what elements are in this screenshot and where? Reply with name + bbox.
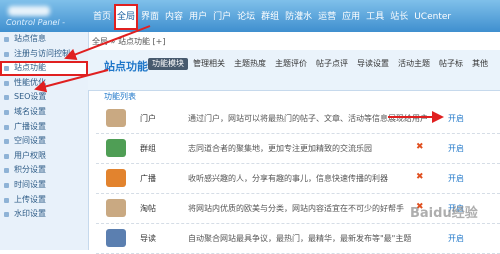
tab[interactable]: 帖子标 (435, 58, 467, 70)
logo: Control Panel - (6, 6, 86, 28)
sidebar-item[interactable]: 上传设置 (0, 193, 88, 208)
sidebar-item[interactable]: 站点功能 (0, 61, 88, 76)
enable-link[interactable]: 开启 (448, 113, 464, 124)
sidebar-item[interactable]: 广播设置 (0, 120, 88, 135)
tab[interactable]: 主题评价 (271, 58, 311, 70)
table-row: 群组 志同道合者的聚集地，更加专注更加精致的交流乐园 ✖ 开启 (96, 134, 500, 164)
row-name: 门户 (140, 114, 156, 123)
sidebar-item[interactable]: 空间设置 (0, 134, 88, 149)
sidebar: 站点信息 注册与访问控制 站点功能 性能优化 SEO设置 域名设置 广播设置 空间设置 用户权限… (0, 32, 89, 250)
nav-item[interactable]: 界面 (138, 9, 162, 25)
row-description: 通过门户，网站可以将最热门的帖子、文章、活动等信息展现给用户 (188, 114, 428, 123)
portal-icon (106, 109, 126, 127)
enable-link[interactable]: 开启 (448, 173, 464, 184)
nav-item[interactable]: 运营 (315, 9, 339, 25)
watermark: Baidu经验 (410, 206, 478, 221)
row-name: 广播 (140, 174, 156, 183)
tab-bar: 功能模块 管理相关 主题热度 主题评价 帖子点评 导读设置 活动主题 帖子标 其他 (148, 58, 493, 70)
list-title: 功能列表 (104, 92, 136, 101)
sidebar-item[interactable]: 时间设置 (0, 178, 88, 193)
nav-item[interactable]: 首页 (90, 9, 114, 25)
tab[interactable]: 功能模块 (148, 58, 188, 70)
table-row: 门户 通过门户，网站可以将最热门的帖子、文章、活动等信息展现给用户 开启 (96, 104, 500, 134)
row-name: 群组 (140, 144, 156, 153)
nav-item[interactable]: 工具 (363, 9, 387, 25)
header-band (88, 50, 500, 91)
nav-item[interactable]: 内容 (162, 9, 186, 25)
nav-item[interactable]: 群组 (258, 9, 282, 25)
nav-item[interactable]: 门户 (210, 9, 234, 25)
group-icon (106, 139, 126, 157)
row-description: 自动聚合网站最具争议，最热门，最精华，最新发布等"最"主题 (188, 234, 412, 243)
top-nav: 首页 全局 界面 内容 用户 门户 论坛 群组 防灌水 运营 应用 工具 站长 UCenter (90, 6, 454, 29)
sidebar-item[interactable]: 水印设置 (0, 207, 88, 222)
guide-icon (106, 229, 126, 247)
row-description: 将网站内优质的欧美与分类，网站内容适宜在不可少的好帮手 (188, 204, 404, 213)
sidebar-item[interactable]: 注册与访问控制 (0, 47, 88, 62)
logo-subtitle: Control Panel - (6, 18, 66, 27)
page-title: 站点功能 (104, 60, 148, 73)
nav-item[interactable]: 应用 (339, 9, 363, 25)
nav-item[interactable]: 论坛 (234, 9, 258, 25)
collection-icon (106, 199, 126, 217)
enable-link[interactable]: 开启 (448, 143, 464, 154)
nav-item[interactable]: 站长 (387, 9, 411, 25)
sidebar-item[interactable]: 积分设置 (0, 163, 88, 178)
function-list: 门户 通过门户，网站可以将最热门的帖子、文章、活动等信息展现给用户 开启 群组 志同道合… (96, 104, 500, 254)
sidebar-item[interactable]: 域名设置 (0, 105, 88, 120)
table-row: 广播 收听感兴趣的人，分享有趣的事儿，信息快速传播的利器 ✖ 开启 (96, 164, 500, 194)
nav-item[interactable]: 防灌水 (282, 9, 315, 25)
tab[interactable]: 其他 (468, 58, 492, 70)
enable-link[interactable]: 开启 (448, 233, 464, 244)
tab[interactable]: 导读设置 (353, 58, 393, 70)
broadcast-icon (106, 169, 126, 187)
logo-blurred-text (8, 6, 50, 16)
top-bar: Control Panel - 首页 全局 界面 内容 用户 门户 论坛 群组 防灌水 运营 应用工… (0, 0, 500, 32)
row-description: 收听感兴趣的人，分享有趣的事儿，信息快速传播的利器 (188, 174, 388, 183)
sidebar-item[interactable]: 站点信息 (0, 32, 88, 47)
nav-item[interactable]: UCenter (411, 9, 454, 25)
status-mark: ✖ (416, 172, 424, 182)
row-name: 淘帖 (140, 204, 156, 213)
breadcrumb[interactable]: 全局 » 站点功能 [+] (92, 36, 165, 47)
row-description: 志同道合者的聚集地，更加专注更加精致的交流乐园 (188, 144, 372, 153)
sidebar-item[interactable]: 用户权限 (0, 149, 88, 164)
sidebar-item[interactable]: SEO设置 (0, 90, 88, 105)
nav-item[interactable]: 用户 (186, 9, 210, 25)
row-name: 导读 (140, 234, 156, 243)
tab[interactable]: 主题热度 (230, 58, 270, 70)
sidebar-item[interactable]: 性能优化 (0, 76, 88, 91)
tab[interactable]: 帖子点评 (312, 58, 352, 70)
status-mark: ✖ (416, 142, 424, 152)
tab[interactable]: 活动主题 (394, 58, 434, 70)
highlight-box (114, 4, 138, 30)
tab[interactable]: 管理相关 (189, 58, 229, 70)
